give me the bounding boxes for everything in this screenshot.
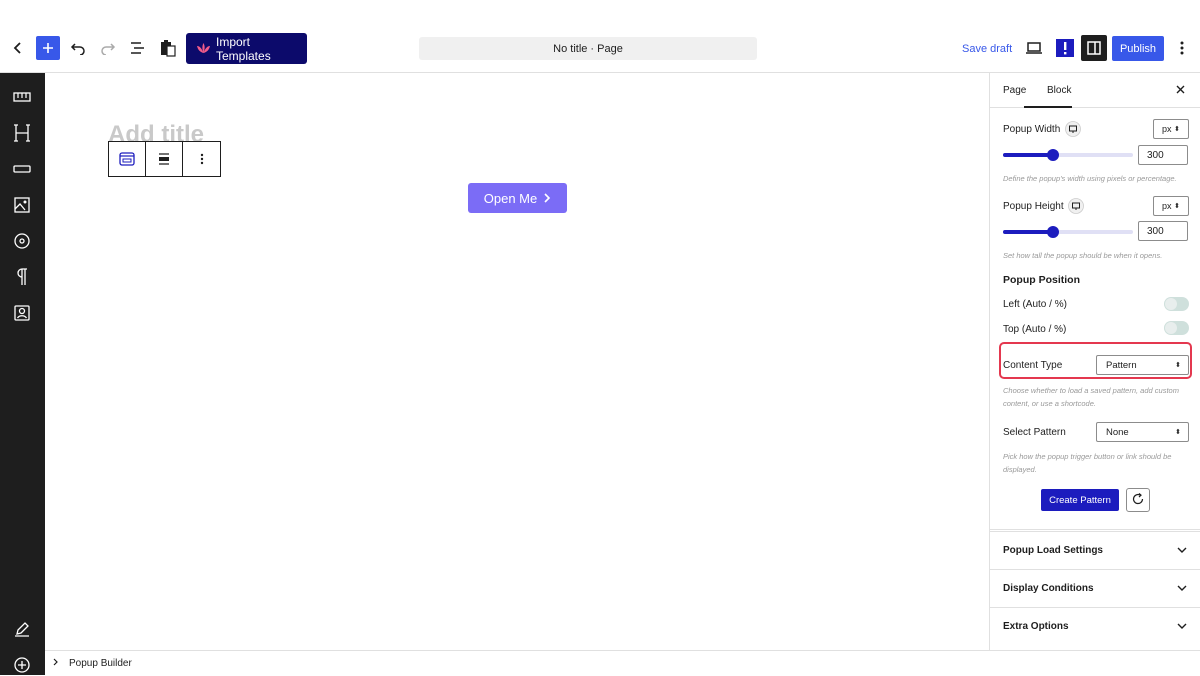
popup-position-title: Popup Position: [1003, 274, 1080, 286]
popup-height-help: Set how tall the popup should be when it…: [1003, 251, 1163, 260]
select-arrows-icon: ⬍: [1175, 429, 1181, 436]
breadcrumb[interactable]: Popup Builder: [69, 658, 132, 669]
top-position-label: Top (Auto / %): [1003, 324, 1067, 335]
chevron-down-icon: [1177, 621, 1187, 632]
chevron-down-icon: [1177, 545, 1187, 556]
refresh-icon: [1132, 492, 1144, 508]
close-icon[interactable]: [1176, 82, 1185, 97]
block-toolbar: [108, 141, 221, 177]
popup-width-slider-fill: [1003, 153, 1053, 157]
popup-height-input[interactable]: 300: [1138, 221, 1188, 241]
undo-icon[interactable]: [64, 34, 92, 62]
publish-button[interactable]: Publish: [1112, 36, 1164, 61]
content-type-label: Content Type: [1003, 360, 1063, 371]
settings-sidebar-icon[interactable]: [1081, 35, 1107, 61]
popup-width-input[interactable]: 300: [1138, 145, 1188, 165]
panel-divider: [990, 529, 1200, 530]
add-circle-icon[interactable]: [11, 654, 33, 676]
button-block-icon[interactable]: [11, 158, 33, 180]
sidebar-tabs: Page Block: [990, 73, 1200, 108]
popup-height-unit: px: [1162, 201, 1172, 211]
more-options-icon[interactable]: [1168, 34, 1196, 62]
list-view-icon[interactable]: [124, 34, 152, 62]
popup-width-help: Define the popup's width using pixels or…: [1003, 174, 1177, 183]
pencil-icon[interactable]: [11, 618, 33, 640]
settings-sidebar: Page Block Popup Width px ⬍ 300 Define t…: [989, 73, 1200, 650]
tab-page[interactable]: Page: [1003, 85, 1026, 96]
back-icon[interactable]: [4, 34, 32, 62]
accordion-label: Display Conditions: [1003, 583, 1094, 594]
content-type-help: Choose whether to load a saved pattern, …: [1003, 386, 1179, 408]
image-icon[interactable]: [11, 194, 33, 216]
ruler-icon[interactable]: [11, 86, 33, 108]
add-block-button[interactable]: [36, 36, 60, 60]
avatar-block-icon[interactable]: [11, 302, 33, 324]
select-pattern-value: None: [1106, 426, 1129, 438]
popup-width-slider-thumb[interactable]: [1047, 149, 1059, 161]
popup-width-unit: px: [1162, 124, 1172, 134]
chevron-down-icon: [1177, 583, 1187, 594]
accordion-label: Extra Options: [1003, 621, 1069, 632]
preview-device-icon[interactable]: [1020, 34, 1048, 62]
popup-width-label: Popup Width: [1003, 124, 1061, 135]
toggle-knob: [1165, 298, 1177, 310]
select-pattern-help: Pick how the popup trigger button or lin…: [1003, 452, 1172, 474]
redo-icon[interactable]: [94, 34, 122, 62]
responsive-desktop-icon[interactable]: [1068, 198, 1084, 217]
popup-height-label: Popup Height: [1003, 201, 1064, 212]
refresh-patterns-button[interactable]: [1126, 488, 1150, 512]
popup-block-icon[interactable]: [109, 142, 146, 176]
toggle-knob: [1165, 322, 1177, 334]
chevron-right-icon: [544, 191, 551, 206]
top-position-toggle[interactable]: [1164, 321, 1189, 335]
document-title: No title · Page: [553, 42, 623, 55]
import-templates-label: Import Templates: [216, 34, 271, 63]
left-position-toggle[interactable]: [1164, 297, 1189, 311]
clipboard-icon[interactable]: [154, 34, 182, 62]
document-title-bar[interactable]: No title · Page: [419, 37, 757, 60]
lotus-icon: [197, 42, 210, 56]
import-templates-button[interactable]: Import Templates: [186, 33, 307, 64]
content-type-select[interactable]: Pattern ⬍: [1096, 355, 1189, 375]
save-draft-button[interactable]: Save draft: [962, 43, 1012, 55]
paragraph-icon[interactable]: [11, 266, 33, 288]
open-me-button[interactable]: Open Me: [468, 183, 567, 213]
target-icon[interactable]: [11, 230, 33, 252]
popup-width-unit-select[interactable]: px ⬍: [1153, 119, 1189, 139]
tab-block[interactable]: Block: [1047, 85, 1071, 96]
open-me-label: Open Me: [483, 190, 538, 206]
align-icon[interactable]: [146, 142, 183, 176]
editor-canvas[interactable]: Add title Open Me: [45, 73, 989, 650]
notice-icon[interactable]: [1051, 34, 1079, 62]
accordion-extra-options[interactable]: Extra Options: [990, 607, 1200, 645]
create-pattern-button[interactable]: Create Pattern: [1041, 489, 1119, 511]
editor-header: Import Templates No title · Page Save dr…: [0, 0, 1200, 73]
left-position-label: Left (Auto / %): [1003, 299, 1067, 310]
popup-width-slider[interactable]: [1003, 149, 1133, 161]
active-tab-indicator: [1024, 106, 1072, 108]
responsive-desktop-icon[interactable]: [1065, 121, 1081, 140]
select-pattern-label: Select Pattern: [1003, 427, 1066, 438]
accordion-display-conditions[interactable]: Display Conditions: [990, 569, 1200, 607]
breadcrumb-chevron-icon: [53, 658, 59, 669]
accordion-popup-load-settings[interactable]: Popup Load Settings: [990, 531, 1200, 569]
content-type-value: Pattern: [1106, 359, 1137, 371]
popup-height-slider[interactable]: [1003, 226, 1133, 238]
accordion-label: Popup Load Settings: [1003, 545, 1103, 556]
popup-height-slider-thumb[interactable]: [1047, 226, 1059, 238]
editor-footer: Popup Builder: [45, 650, 1200, 675]
select-pattern-select[interactable]: None ⬍: [1096, 422, 1189, 442]
heading-icon[interactable]: [11, 122, 33, 144]
popup-height-unit-select[interactable]: px ⬍: [1153, 196, 1189, 216]
block-inserter-sidebar: [0, 73, 45, 675]
select-arrows-icon: ⬍: [1175, 362, 1181, 369]
popup-height-slider-fill: [1003, 230, 1053, 234]
block-options-icon[interactable]: [183, 142, 220, 176]
